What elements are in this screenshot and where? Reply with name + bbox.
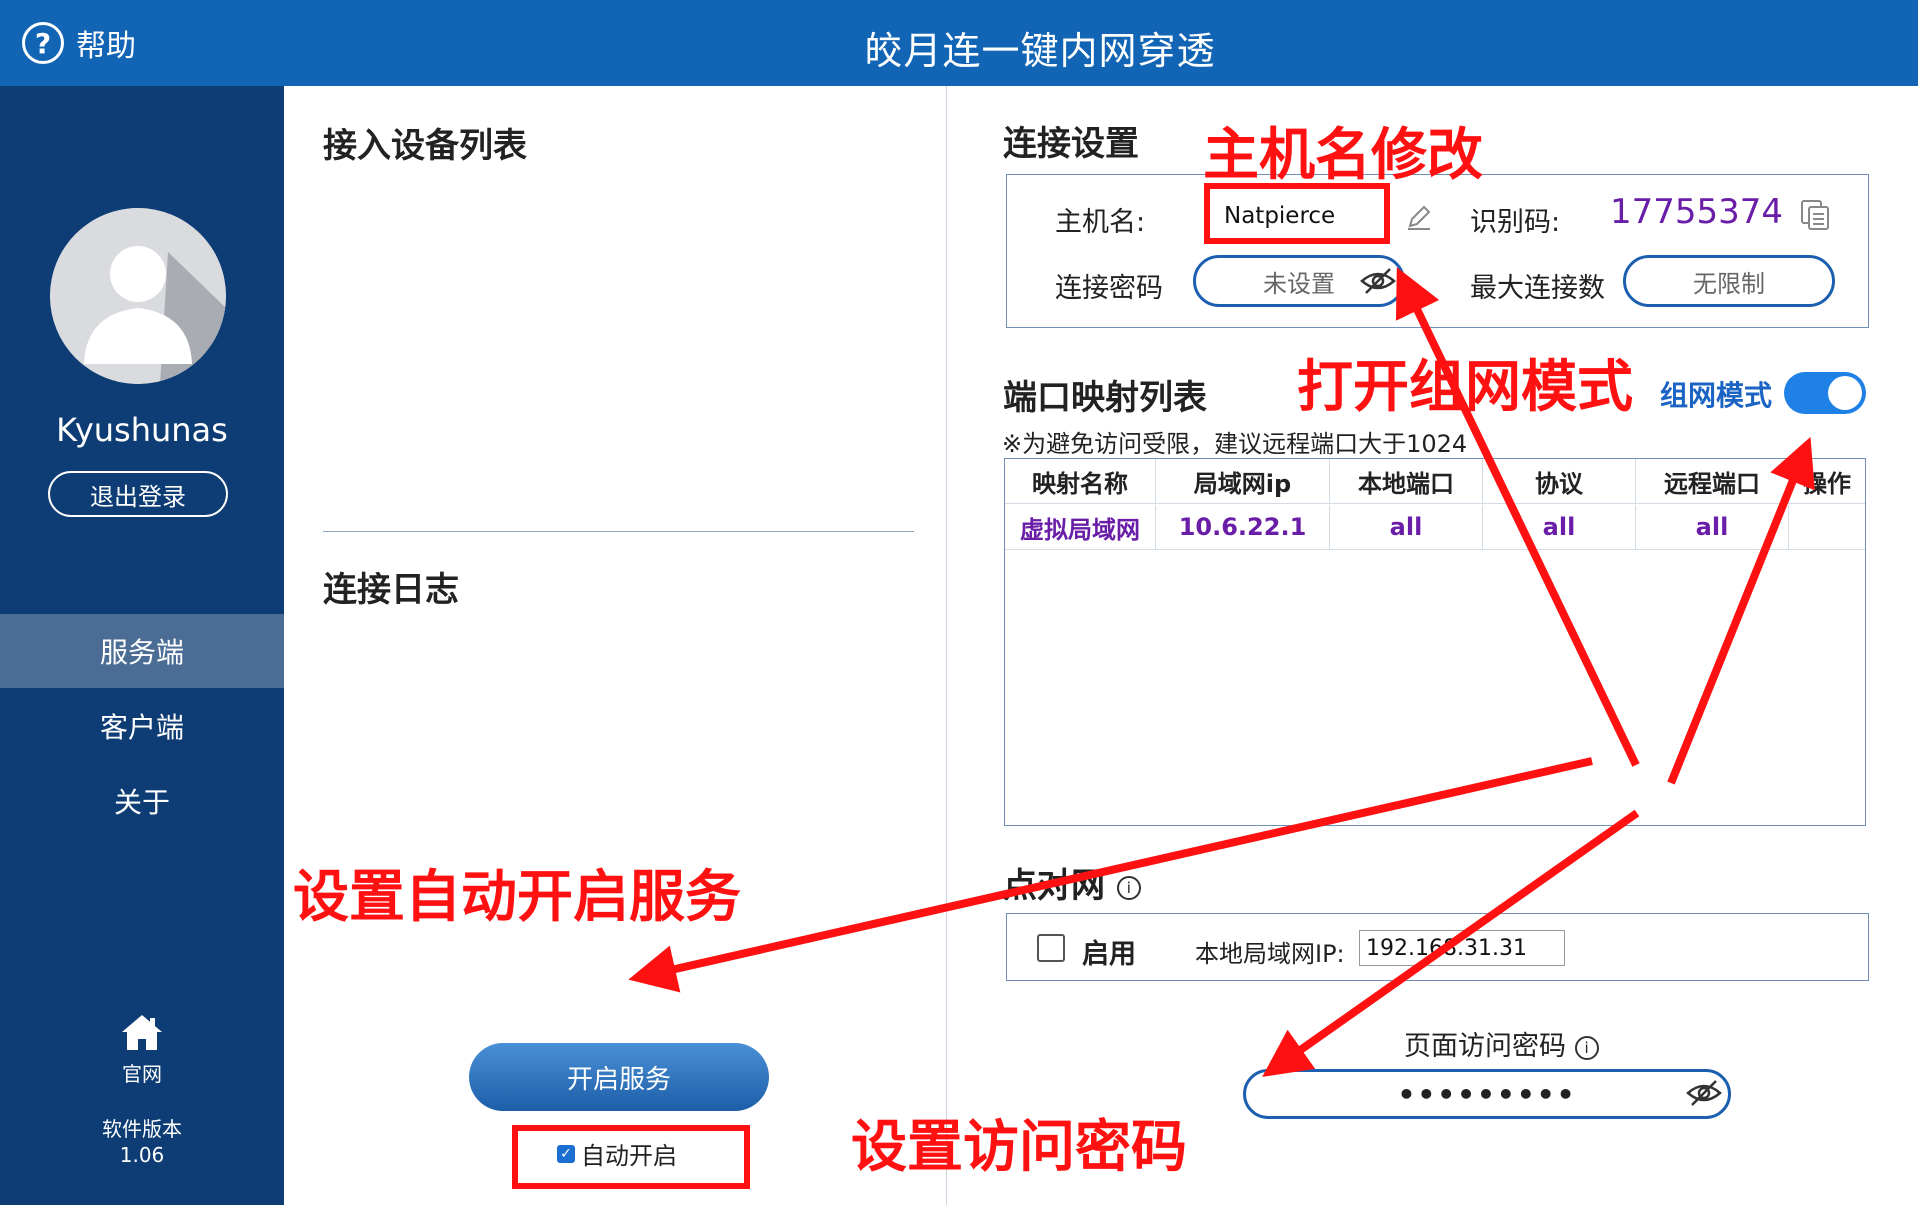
max-connections-label: 最大连接数 bbox=[1470, 273, 1605, 304]
row-divider bbox=[1005, 549, 1865, 550]
column-header: 映射名称 bbox=[1005, 459, 1156, 503]
network-mode-label: 组网模式 bbox=[1660, 379, 1773, 412]
p2p-enable-label: 启用 bbox=[1082, 939, 1136, 970]
page-password-label: 页面访问密码 bbox=[1404, 1031, 1566, 1062]
port-mapping-title: 端口映射列表 bbox=[1003, 378, 1207, 418]
table-cell-local-port: all bbox=[1330, 505, 1483, 549]
id-code-value: 17755374 bbox=[1610, 192, 1784, 232]
nav-item-server[interactable]: 服务端 bbox=[0, 614, 284, 688]
column-header: 本地端口 bbox=[1330, 459, 1483, 503]
version-value: 1.06 bbox=[119, 1143, 165, 1167]
column-header: 远程端口 bbox=[1636, 459, 1789, 503]
middle-divider bbox=[323, 531, 914, 532]
sidebar: Kyushunas 退出登录 服务端 客户端 关于 官网 软件版本 1.06 bbox=[0, 86, 284, 1205]
home-icon bbox=[122, 1015, 162, 1050]
table-cell-actions[interactable] bbox=[1789, 505, 1865, 549]
auto-start-checkbox[interactable]: ✓ bbox=[557, 1144, 575, 1163]
annotation-auto-start: 设置自动开启服务 bbox=[293, 865, 741, 930]
column-header: 局域网ip bbox=[1156, 459, 1330, 503]
p2p-title: 点对网 bbox=[1003, 866, 1105, 906]
official-site-label: 官网 bbox=[122, 1062, 162, 1086]
log-title: 连接日志 bbox=[323, 570, 459, 610]
p2p-title-row: 点对网 i bbox=[1003, 858, 1141, 907]
nav-item-client[interactable]: 客户端 bbox=[0, 689, 284, 763]
local-lan-ip-field[interactable]: 192.168.31.31 bbox=[1359, 930, 1565, 966]
start-service-button[interactable]: 开启服务 bbox=[469, 1043, 769, 1111]
page-password-field[interactable]: ••••••••• bbox=[1243, 1069, 1731, 1119]
info-icon[interactable]: i bbox=[1116, 875, 1141, 900]
title-bar: ? 帮助 皎月连一键内网穿透 bbox=[0, 0, 1918, 86]
auto-start-option[interactable]: ✓ 自动开启 bbox=[557, 1136, 677, 1171]
user-avatar-icon bbox=[50, 208, 226, 384]
avatar bbox=[50, 208, 226, 384]
toggle-knob bbox=[1828, 376, 1862, 410]
copy-icon[interactable] bbox=[1798, 198, 1832, 232]
annotation-network-mode: 打开组网模式 bbox=[1297, 355, 1633, 420]
page-password-label-row: 页面访问密码 i bbox=[1404, 1024, 1599, 1063]
hostname-label: 主机名: bbox=[1055, 207, 1146, 238]
version-info: 软件版本 1.06 bbox=[0, 1116, 284, 1168]
max-connections-field[interactable]: 无限制 bbox=[1623, 255, 1835, 307]
auto-start-label: 自动开启 bbox=[581, 1142, 677, 1170]
help-button[interactable]: ? 帮助 bbox=[22, 20, 136, 66]
edit-icon[interactable] bbox=[1404, 202, 1434, 232]
table-cell-lan-ip: 10.6.22.1 bbox=[1156, 505, 1330, 549]
eye-hidden-icon[interactable] bbox=[1686, 1079, 1722, 1107]
panel-divider bbox=[946, 86, 947, 1205]
info-icon[interactable]: i bbox=[1574, 1035, 1599, 1060]
port-note: ※为避免访问受限，建议远程端口大于1024 bbox=[1002, 430, 1468, 458]
app-title: 皎月连一键内网穿透 bbox=[864, 29, 1216, 73]
connection-password-label: 连接密码 bbox=[1055, 273, 1163, 304]
network-mode-toggle[interactable] bbox=[1784, 372, 1866, 414]
connection-settings-title: 连接设置 bbox=[1003, 124, 1139, 164]
logout-button[interactable]: 退出登录 bbox=[48, 471, 228, 517]
table-cell-protocol: all bbox=[1483, 505, 1636, 549]
local-lan-ip-label: 本地局域网IP: bbox=[1195, 940, 1345, 968]
table-cell-name: 虚拟局域网 bbox=[1005, 505, 1156, 549]
max-connections-value: 无限制 bbox=[1693, 269, 1765, 298]
hostname-field[interactable]: Natpierce bbox=[1210, 194, 1380, 238]
column-header: 协议 bbox=[1483, 459, 1636, 503]
page-password-value: ••••••••• bbox=[1397, 1077, 1577, 1111]
eye-hidden-icon[interactable] bbox=[1360, 267, 1396, 295]
nav-item-about[interactable]: 关于 bbox=[0, 764, 284, 838]
help-icon: ? bbox=[22, 22, 64, 64]
help-label: 帮助 bbox=[76, 29, 136, 64]
column-header: 操作 bbox=[1803, 469, 1851, 498]
header-divider bbox=[1005, 503, 1865, 504]
port-mapping-table: 映射名称 局域网ip 本地端口 协议 远程端口 操作 虚拟局域网 10.6.22… bbox=[1004, 458, 1866, 826]
version-label: 软件版本 bbox=[102, 1117, 182, 1141]
official-site-link[interactable]: 官网 bbox=[0, 1012, 284, 1087]
table-cell-remote-port: all bbox=[1636, 505, 1789, 549]
annotation-access-password: 设置访问密码 bbox=[851, 1115, 1187, 1180]
connection-password-value: 未设置 bbox=[1263, 269, 1335, 298]
id-code-label: 识别码: bbox=[1470, 207, 1561, 238]
app-window: ? 帮助 皎月连一键内网穿透 Kyushunas 退出登录 服务端 客户端 关于… bbox=[0, 0, 1918, 1205]
p2p-enable-checkbox[interactable] bbox=[1037, 934, 1065, 962]
username: Kyushunas bbox=[56, 411, 228, 449]
devices-title: 接入设备列表 bbox=[323, 126, 527, 166]
